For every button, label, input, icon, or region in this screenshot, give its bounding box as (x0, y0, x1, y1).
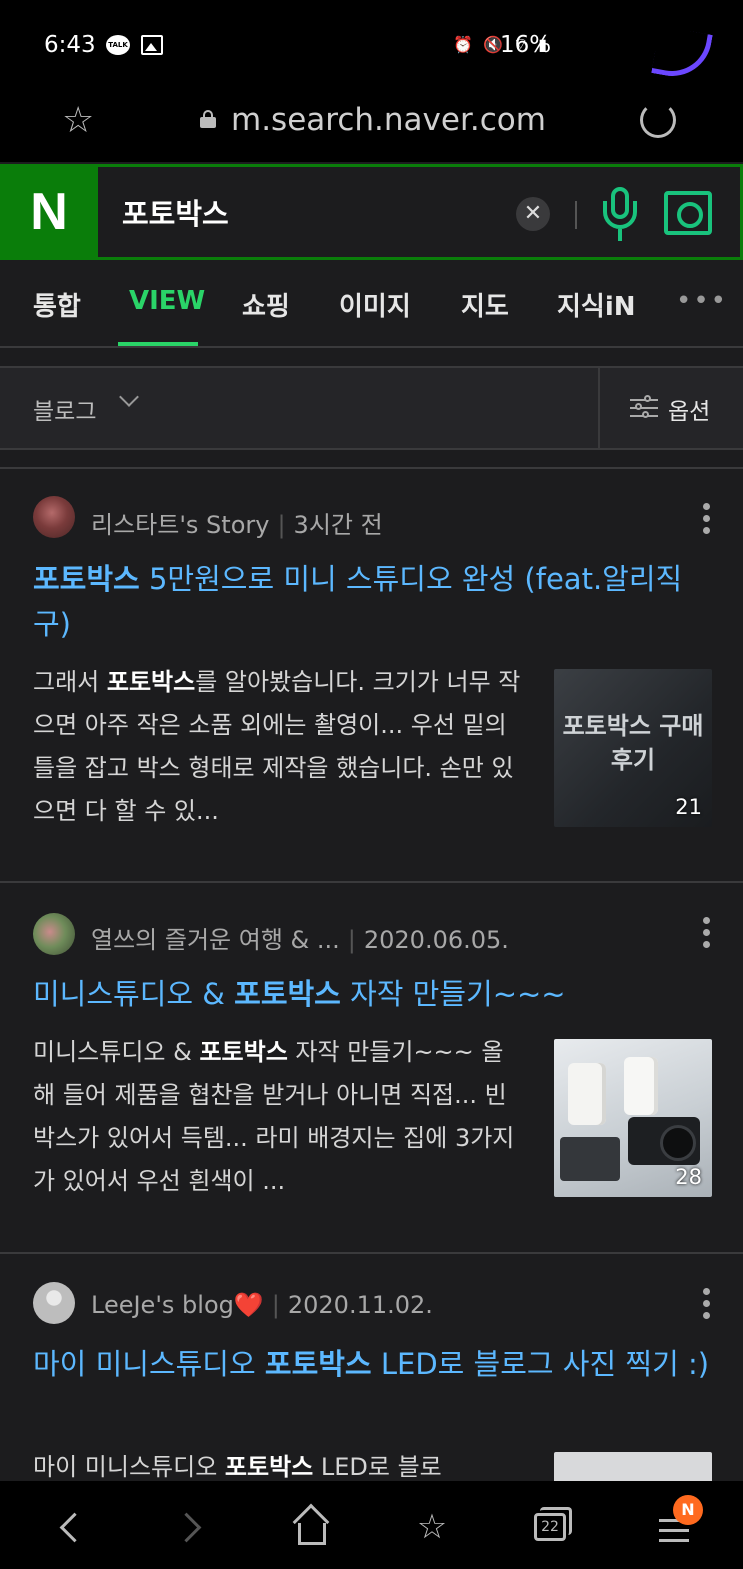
more-options-icon[interactable] (703, 503, 711, 539)
result-card[interactable]: 열쓰의 즐거운 여행 & ... | 2020.06.05. 미니스튜디오 & 포토… (0, 881, 743, 1233)
more-tabs-icon[interactable]: ••• (676, 286, 728, 316)
tabs-icon[interactable]: 22 (530, 1505, 574, 1549)
status-bar: 6:43 TALK ⏰ 🔇 ⌔ ▮ 16% (0, 0, 743, 90)
lock-icon (200, 110, 216, 128)
chevron-down-icon[interactable] (119, 387, 139, 407)
avatar[interactable] (33, 496, 75, 538)
status-time: 6:43 (44, 32, 96, 58)
tab-shopping[interactable]: 쇼핑 (242, 286, 290, 323)
result-meta: LeeJe's blog❤️ | 2020.11.02. (91, 1291, 433, 1319)
tab-images[interactable]: 이미지 (339, 286, 411, 323)
battery-level: 16% (500, 32, 552, 58)
tab-integrated[interactable]: 통합 (33, 286, 81, 323)
search-box[interactable]: 포토박스 ✕ (98, 164, 743, 260)
image-icon (141, 35, 163, 55)
result-meta: 리스타트's Story | 3시간 전 (91, 511, 383, 539)
menu-icon[interactable]: N (655, 1495, 703, 1549)
tab-view[interactable]: VIEW (129, 286, 205, 316)
microphone-icon[interactable] (603, 187, 637, 243)
author-name[interactable]: 열쓰의 즐거운 여행 & ... (91, 926, 340, 954)
search-input[interactable]: 포토박스 (122, 191, 229, 233)
search-tabs: 통합 VIEW 쇼핑 이미지 지도 지식iN ••• (0, 262, 743, 348)
home-icon[interactable] (290, 1503, 334, 1549)
result-meta: 열쓰의 즐거운 여행 & ... | 2020.06.05. (91, 926, 509, 954)
author-name[interactable]: LeeJe's blog❤️ (91, 1291, 264, 1319)
filter-divider (598, 368, 600, 448)
result-thumbnail[interactable] (554, 1452, 712, 1481)
back-icon[interactable] (50, 1505, 94, 1549)
result-thumbnail[interactable]: 포토박스 구매후기 21 (554, 669, 712, 827)
camera-lens-icon[interactable] (664, 191, 712, 235)
menu-badge: N (673, 1495, 703, 1525)
author-name[interactable]: 리스타트's Story (91, 511, 269, 539)
result-card[interactable]: 리스타트's Story | 3시간 전 포토박스 5만원으로 미니 스튜디오 완성… (0, 467, 743, 863)
tab-knowledge-in[interactable]: 지식iN (557, 286, 636, 323)
bookmarks-icon[interactable]: ☆ (410, 1505, 454, 1549)
filter-bar: 블로그 옵션 (0, 366, 743, 450)
search-header: N 포토박스 ✕ (0, 162, 743, 262)
naver-logo[interactable]: N (0, 164, 98, 260)
result-title[interactable]: 마이 미니스튜디오 포토박스 LED로 블로그 사진 찍기 :) (33, 1342, 713, 1387)
loading-spinner-icon (651, 25, 713, 83)
talk-icon: TALK (106, 35, 130, 55)
avatar[interactable] (33, 1282, 75, 1324)
options-sliders-icon[interactable] (630, 395, 658, 420)
browser-bottom-nav: ☆ 22 N (0, 1481, 743, 1569)
browser-url-bar: ☆ m.search.naver.com (0, 90, 743, 162)
bookmark-star-icon[interactable]: ☆ (62, 100, 94, 141)
post-date: 3시간 전 (293, 511, 383, 539)
result-thumbnail[interactable]: 28 (554, 1039, 712, 1197)
tab-map[interactable]: 지도 (461, 286, 509, 323)
more-options-icon[interactable] (703, 917, 711, 953)
result-snippet: 그래서 포토박스를 알아봤습니다. 크기가 너무 작으면 아주 작은 소품 외에… (33, 668, 521, 825)
result-snippet: 미니스튜디오 & 포토박스 자작 만들기~~~ 올해 들어 제품을 협찬을 받거… (33, 1038, 515, 1195)
options-button[interactable]: 옵션 (668, 392, 710, 426)
thumbnail-caption: 포토박스 구매후기 (562, 712, 704, 774)
category-dropdown[interactable]: 블로그 (33, 392, 96, 426)
post-date: 2020.11.02. (287, 1291, 433, 1319)
alarm-icon: ⏰ (453, 34, 474, 54)
result-title[interactable]: 미니스튜디오 & 포토박스 자작 만들기~~~ (33, 972, 713, 1017)
active-tab-indicator (118, 342, 198, 346)
avatar[interactable] (33, 913, 75, 955)
tab-count: 22 (534, 1513, 566, 1541)
more-options-icon[interactable] (703, 1288, 711, 1324)
result-card[interactable]: LeeJe's blog❤️ | 2020.11.02. 마이 미니스튜디오 포토박… (0, 1252, 743, 1481)
result-title[interactable]: 포토박스 5만원으로 미니 스튜디오 완성 (feat.알리직구) (33, 557, 713, 647)
url-text[interactable]: m.search.naver.com (231, 102, 546, 138)
post-date: 2020.06.05. (363, 926, 509, 954)
search-divider (575, 201, 577, 229)
clear-search-button[interactable]: ✕ (516, 197, 550, 231)
reload-icon[interactable] (640, 102, 676, 138)
forward-icon[interactable] (170, 1505, 214, 1549)
image-count: 21 (675, 795, 702, 819)
image-count: 28 (675, 1165, 702, 1189)
result-snippet: 마이 미니스튜디오 포토박스 LED로 블로 (33, 1453, 442, 1481)
